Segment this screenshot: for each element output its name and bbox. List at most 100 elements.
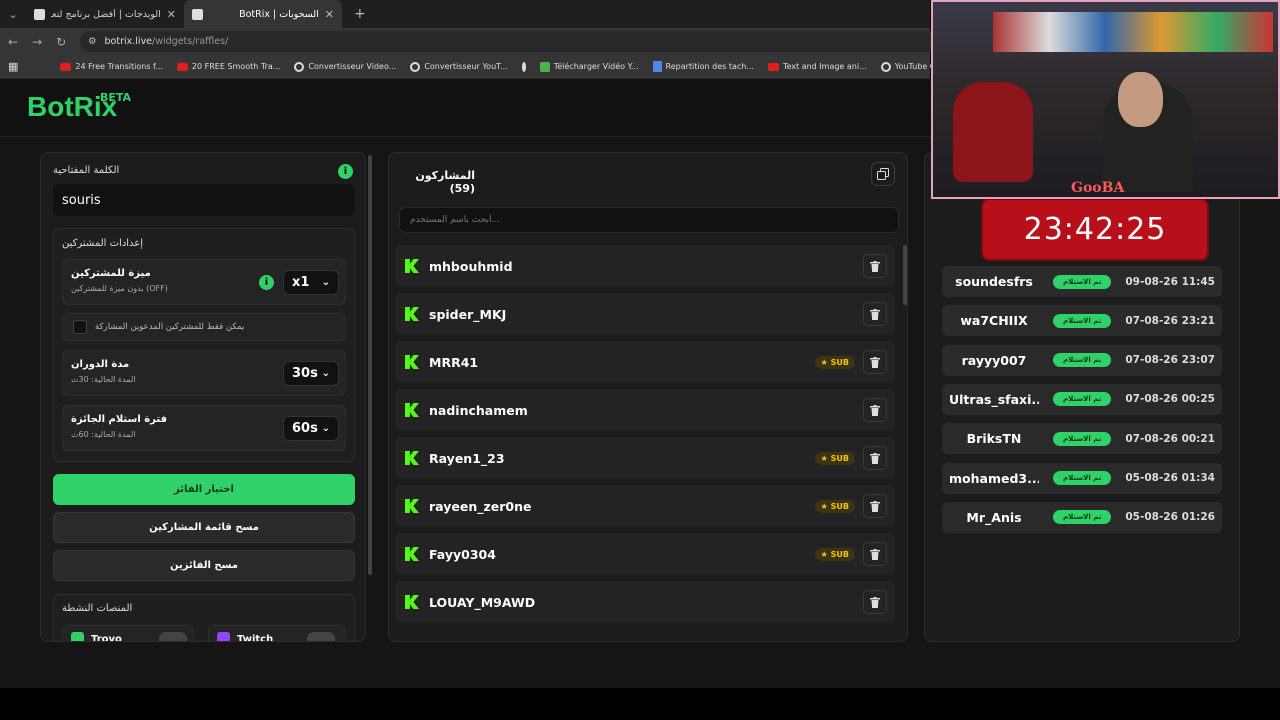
tab-raffles[interactable]: السحوبات | BotRix ✕ [184, 0, 342, 28]
new-tab-icon[interactable]: + [342, 6, 366, 22]
participants-settings-card: إعدادات المشتركين ميزة للمشتركين بدون مي… [53, 228, 355, 462]
sub-badge: ★ SUB [814, 547, 855, 561]
trovo-icon [71, 632, 84, 641]
twitch-toggle[interactable] [307, 632, 335, 641]
claim-period-select[interactable]: 60s ⌄ [283, 416, 339, 441]
site-info-icon[interactable]: ⚙ [88, 36, 97, 47]
claimed-badge: تم الاستلام [1053, 274, 1112, 289]
participants-scrollbar[interactable] [903, 245, 907, 305]
claim-period-desc: المدة الحالية: 60ث [71, 430, 136, 439]
tab-title: الويدجات | أفضل برنامج لتعزيز البث [51, 8, 161, 20]
sub-badge: ★ SUB [814, 355, 855, 369]
platform-twitch[interactable]: Twitch [208, 625, 346, 641]
followers-only-checkbox[interactable] [73, 320, 87, 334]
trash-icon [870, 404, 880, 416]
participant-name: LOUAY_M9AWD [429, 594, 536, 610]
claimed-badge: تم الاستلام [1053, 471, 1112, 485]
tab-widgets[interactable]: الويدجات | أفضل برنامج لتعزيز البث ✕ [26, 0, 184, 28]
raffle-timer: 23:42:25 [981, 198, 1209, 261]
sub-bonus-select[interactable]: x1 ⌄ [283, 270, 339, 295]
participant-name: nadinchamem [429, 402, 528, 418]
globe-bookmark-icon[interactable] [521, 61, 526, 72]
globe-icon [410, 61, 421, 72]
trovo-toggle[interactable] [159, 632, 187, 641]
reload-icon[interactable]: ↻ [56, 35, 66, 49]
bookmark-item[interactable]: Convertisseur YouT... [410, 61, 508, 72]
spin-duration-desc: المدة الحالية: 30ث [71, 375, 136, 384]
delete-participant-button[interactable] [863, 398, 887, 422]
twitch-icon [217, 632, 230, 641]
participant-name: Rayen1_23 [429, 450, 505, 466]
address-toolbar: ← → ↻ ⚙ botrix.live/widgets/raffles/ [0, 28, 940, 55]
info-icon[interactable]: i [259, 275, 274, 290]
delete-participant-button[interactable] [863, 254, 887, 278]
winner-name: Ultras_sfaxi... [949, 391, 1039, 407]
delete-participant-button[interactable] [863, 302, 887, 326]
url-path: /widgets/raffles/ [152, 36, 229, 47]
close-icon[interactable]: ✕ [167, 8, 176, 21]
bookmark-item[interactable]: Télécharger Vidéo Y... [539, 61, 639, 72]
star-icon: ★ [820, 357, 828, 367]
copy-icon [877, 168, 889, 180]
kick-icon [405, 307, 419, 321]
kick-icon [405, 403, 419, 417]
winner-row: soundesfrs تم الاستلام 09-08-26 11:45 [942, 266, 1222, 297]
winner-row: BriksTN تم الاستلام 07-08-26 00:21 [942, 423, 1222, 455]
claimed-badge: تم الاستلام [1053, 353, 1112, 368]
kick-icon [405, 499, 419, 513]
back-icon[interactable]: ← [8, 35, 18, 49]
bookmark-item[interactable]: 24 Free Transitions f... [60, 62, 163, 71]
beta-badge: BETA [100, 91, 132, 104]
active-platforms-label: المنصات النشطة [62, 603, 133, 614]
tab-title: السحوبات | BotRix [239, 8, 319, 20]
clear-participants-button[interactable]: مسح قائمة المشاركين [53, 512, 355, 543]
bookmark-item[interactable]: Repartition des tach... [652, 61, 754, 72]
pick-winner-button[interactable]: اختيار الفائز [53, 474, 355, 505]
kick-icon [405, 355, 419, 369]
kick-icon [405, 547, 419, 561]
settings-scrollbar[interactable] [368, 155, 372, 575]
winner-row: wa7CHIIX تم الاستلام 07-08-26 23:21 [942, 305, 1222, 337]
claimed-badge: تم الاستلام [1053, 431, 1112, 446]
chevron-down-icon: ⌄ [321, 277, 330, 288]
download-icon [539, 61, 550, 72]
apps-icon[interactable]: ▦ [8, 60, 18, 73]
participant-name: mhbouhmid [429, 258, 513, 274]
bookmark-item[interactable]: Convertisseur Video... [294, 61, 396, 72]
keyword-input[interactable]: souris [53, 184, 355, 216]
clear-winners-button[interactable]: مسح الفائزين [53, 550, 355, 581]
spin-duration-select[interactable]: 30s ⌄ [283, 361, 339, 386]
star-icon: ★ [820, 549, 828, 559]
copy-button[interactable] [871, 162, 895, 186]
active-platforms-card: المنصات النشطة Trovo Twitch [53, 594, 355, 641]
url-field[interactable]: ⚙ botrix.live/widgets/raffles/ [80, 31, 940, 52]
kick-icon [405, 595, 419, 609]
bookmark-item[interactable]: 20 FREE Smooth Tra... [176, 62, 280, 71]
participant-search-input[interactable]: ابحث باسم المستخدم... [399, 207, 899, 233]
participants-title: المشاركون (59) [415, 169, 475, 195]
delete-participant-button[interactable] [863, 542, 887, 566]
claimed-badge: تم الاستلام [1053, 313, 1112, 328]
winner-name: wa7CHIIX [960, 313, 1028, 329]
youtube-icon [60, 62, 72, 71]
delete-participant-button[interactable] [863, 350, 887, 374]
participant-row: mhbouhmid [395, 245, 895, 287]
bookmark-item[interactable]: Text and Image ani... [767, 62, 867, 71]
participant-name: Fayy0304 [429, 546, 496, 562]
docs-icon [652, 61, 662, 72]
winner-date: 07-08-26 23:07 [1125, 354, 1215, 367]
forward-icon[interactable]: → [32, 35, 42, 49]
delete-participant-button[interactable] [863, 494, 887, 518]
close-icon[interactable]: ✕ [325, 8, 334, 21]
star-icon: ★ [820, 501, 828, 511]
spin-duration-title: مدة الدوران [71, 359, 130, 370]
info-icon[interactable]: i [338, 164, 353, 179]
participants-panel: المشاركون (59) ابحث باسم المستخدم... mhb… [388, 152, 908, 642]
tab-search-icon[interactable]: ⌄ [0, 8, 26, 21]
winner-date: 07-08-26 23:21 [1125, 314, 1215, 327]
platform-trovo[interactable]: Trovo [62, 625, 194, 641]
claim-period-title: فترة استلام الجائزة [71, 414, 168, 425]
delete-participant-button[interactable] [863, 590, 887, 614]
delete-participant-button[interactable] [863, 446, 887, 470]
participant-row: LOUAY_M9AWD [395, 581, 895, 623]
